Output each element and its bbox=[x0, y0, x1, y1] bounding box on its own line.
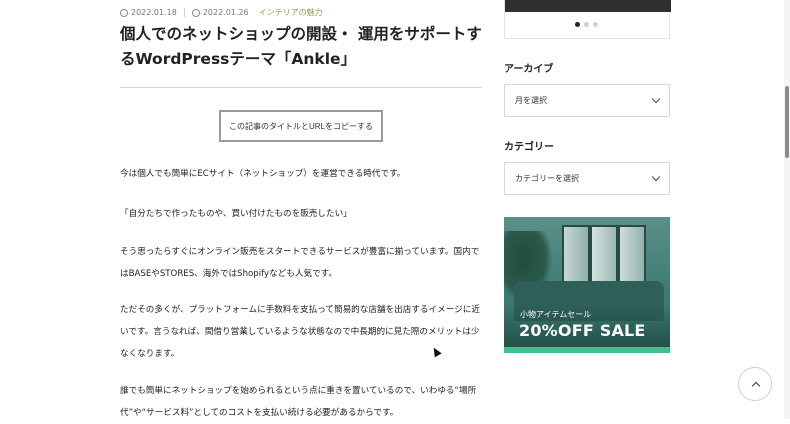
category-select-value: カテゴリーを選択 bbox=[515, 174, 579, 183]
slider-image[interactable] bbox=[505, 0, 671, 12]
published-date: 2022.01.18 bbox=[131, 8, 177, 17]
meta-divider bbox=[183, 8, 185, 17]
scrollbar-thumb[interactable] bbox=[785, 86, 789, 158]
slider-pagination bbox=[575, 22, 598, 27]
slider-widget bbox=[504, 0, 671, 39]
archive-select-value: 月を選択 bbox=[515, 96, 547, 105]
page-title: 個人でのネットショップの開設・ 運用をサポートするWordPressテーマ「An… bbox=[120, 25, 482, 68]
slider-dot-3[interactable] bbox=[593, 22, 598, 27]
banner-subtitle: 小物アイテムセール bbox=[520, 310, 592, 319]
banner-art-frame bbox=[618, 225, 646, 285]
category-heading: カテゴリー bbox=[504, 142, 554, 153]
back-to-top-button[interactable] bbox=[738, 367, 772, 401]
updated-date: 2022.01.26 bbox=[202, 8, 249, 17]
banner-headline: 20%OFF SALE bbox=[519, 321, 646, 340]
chevron-down-icon bbox=[651, 172, 661, 182]
clock-icon bbox=[120, 8, 128, 17]
slider-dot-2[interactable] bbox=[584, 22, 589, 27]
chevron-down-icon bbox=[651, 94, 661, 104]
archive-heading: アーカイブ bbox=[504, 64, 554, 75]
sale-banner[interactable]: 小物アイテムセール 20%OFF SALE bbox=[504, 217, 670, 353]
refresh-icon bbox=[191, 8, 200, 17]
category-link[interactable]: インテリアの魅力 bbox=[259, 7, 323, 18]
banner-art-frame bbox=[590, 225, 618, 285]
archive-select[interactable]: 月を選択 bbox=[504, 84, 670, 117]
banner-art-frame bbox=[562, 225, 590, 285]
paragraph-3: そう思ったらすぐにオンライン販売をスタートできるサービスが豊富に揃っています。国… bbox=[120, 247, 480, 279]
paragraph-4: ただその多くが、プラットフォームに手数料を支払って簡易的な店舗を出店するイメージ… bbox=[120, 305, 480, 359]
category-select[interactable]: カテゴリーを選択 bbox=[504, 162, 670, 195]
chevron-up-icon bbox=[751, 381, 761, 391]
banner-accent-stripe bbox=[504, 347, 670, 353]
paragraph-2: 「自分たちで作ったものや、買い付けたものを販売したい」 bbox=[120, 209, 352, 219]
slider-dot-1[interactable] bbox=[575, 22, 580, 27]
scrollbar[interactable] bbox=[784, 0, 790, 419]
title-divider bbox=[120, 87, 482, 88]
copy-title-url-button[interactable]: この記事のタイトルとURLをコピーする bbox=[219, 110, 383, 142]
post-meta: 2022.01.18 2022.01.26 インテリアの魅力 bbox=[120, 7, 323, 18]
paragraph-1: 今は個人でも簡単にECサイト（ネットショップ）を運営できる時代です。 bbox=[120, 169, 406, 179]
paragraph-5: 誰でも簡単にネットショップを始められるという点に重きを置いているので、いわゆる“… bbox=[120, 386, 477, 418]
